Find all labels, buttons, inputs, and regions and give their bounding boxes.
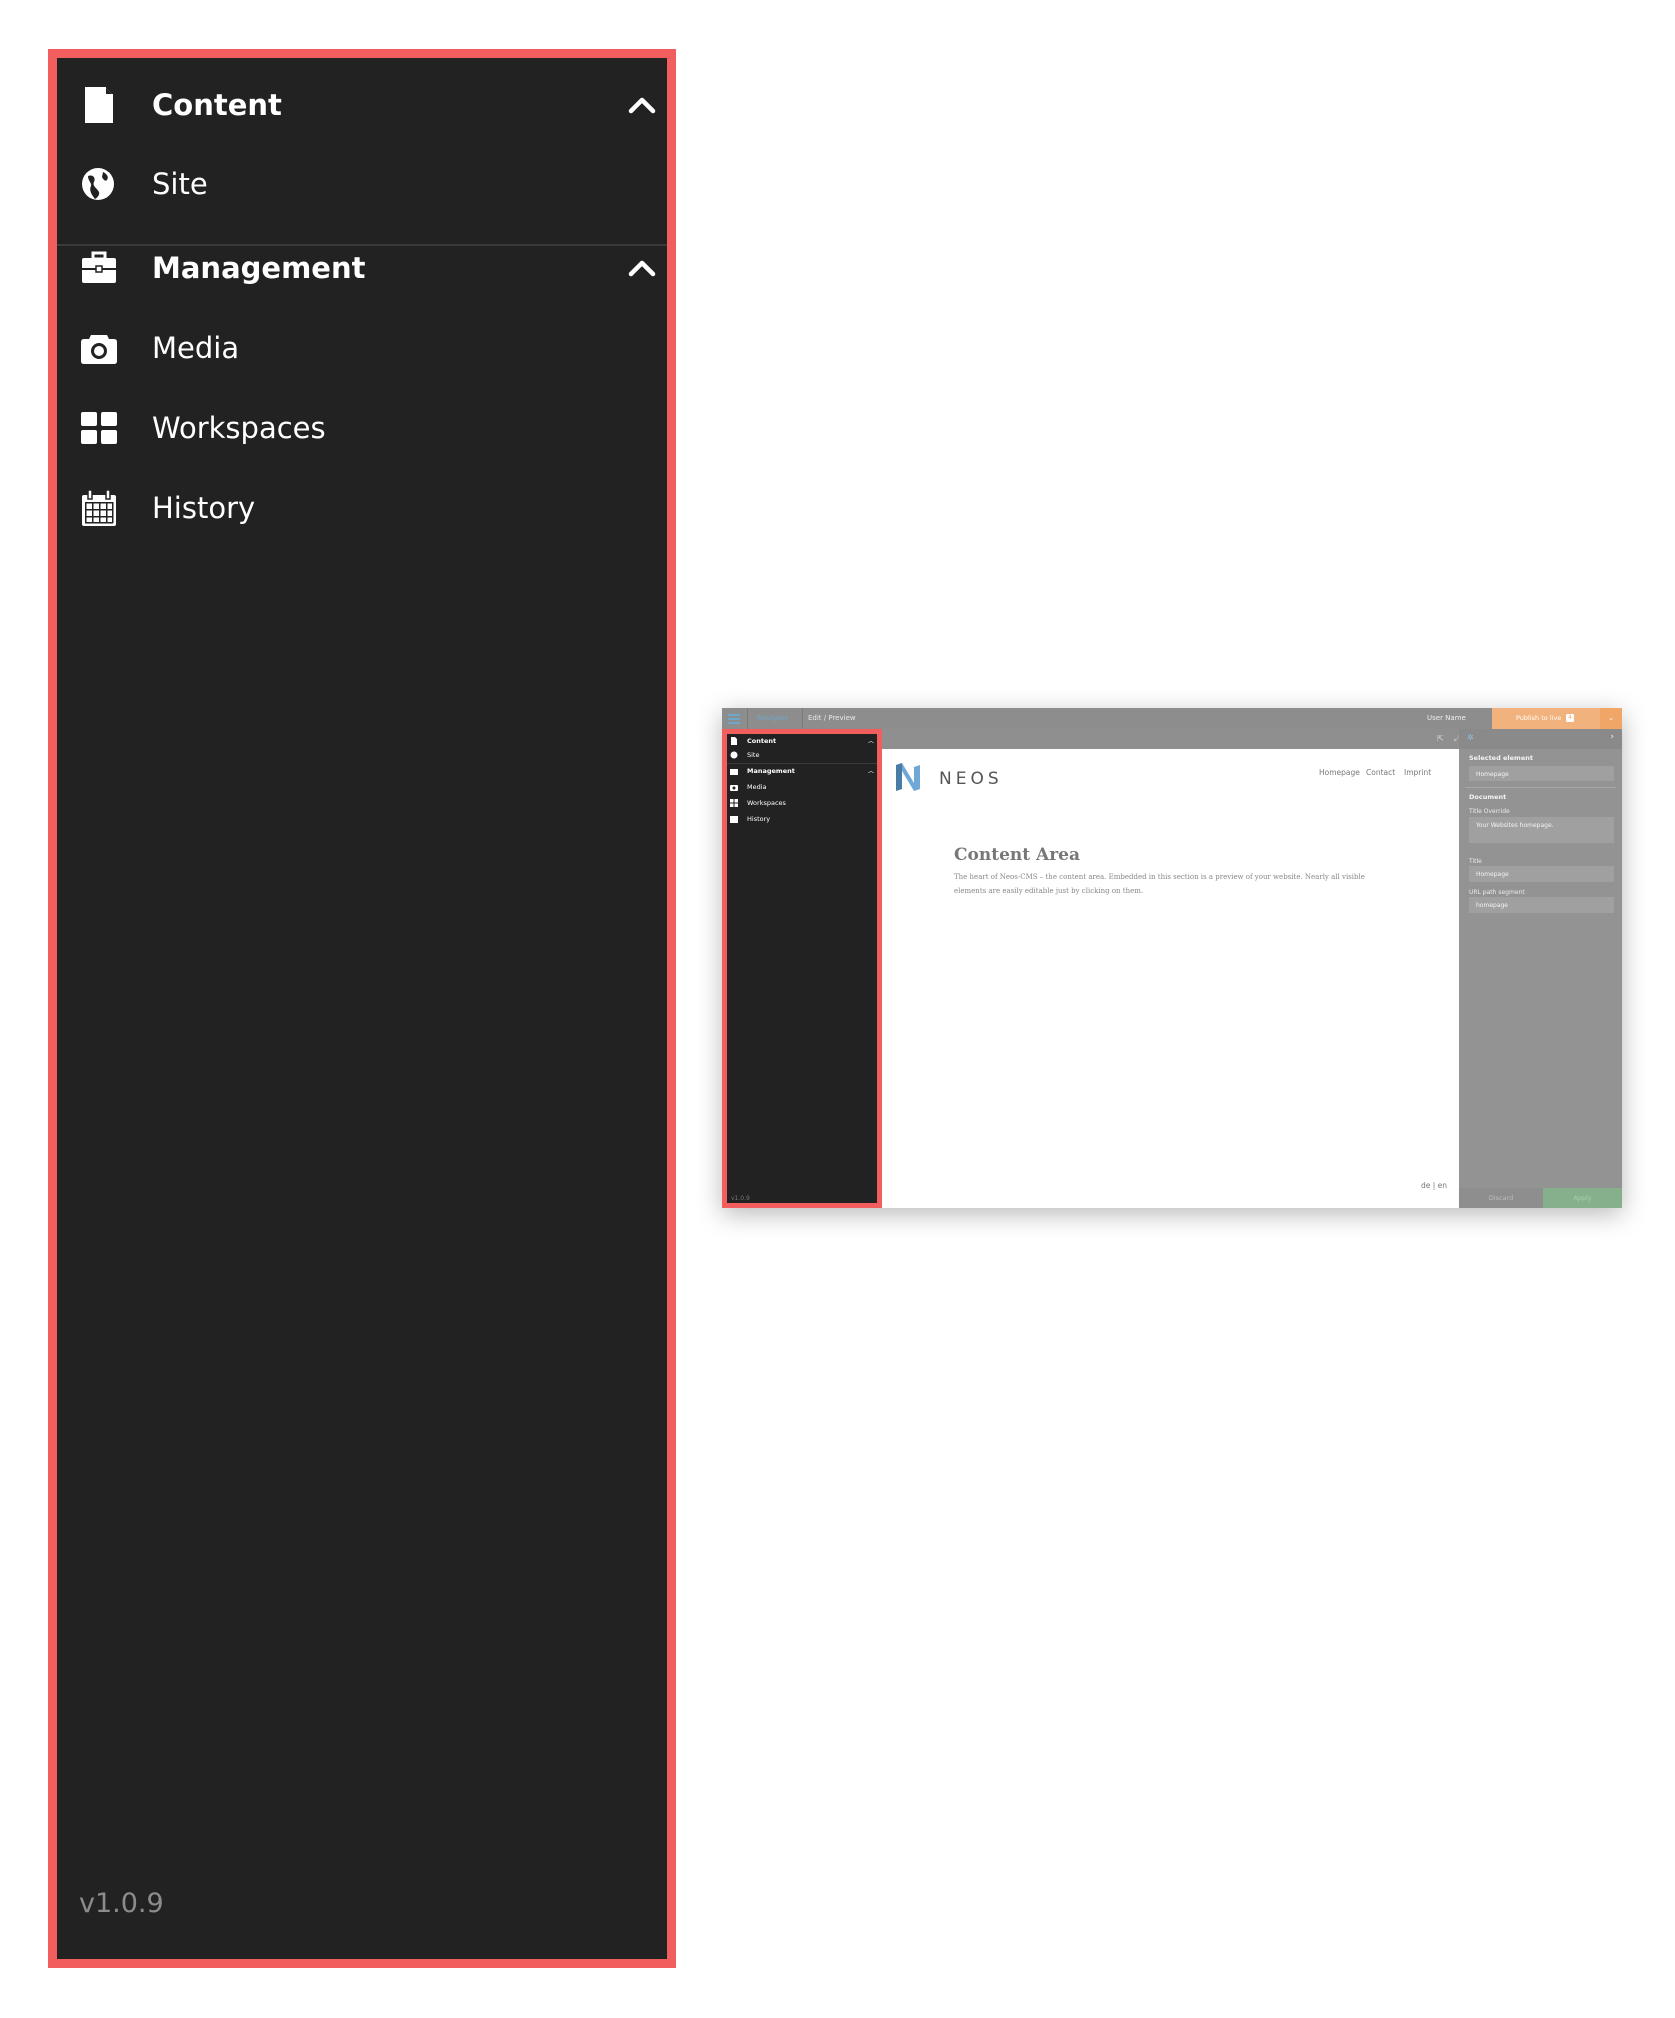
chevron-up-icon[interactable]: ︿ (868, 766, 874, 775)
user-menu[interactable]: User Name (1427, 713, 1466, 723)
menu-item-label: Media (152, 331, 240, 365)
menu-item-site[interactable]: Site (57, 160, 667, 208)
edit-preview-button[interactable]: Edit / Preview (808, 713, 856, 723)
neos-logo-text: NEOS (939, 769, 1003, 789)
chevron-up-icon[interactable] (627, 90, 657, 120)
external-link-icon[interactable]: ⇱ (1437, 734, 1444, 744)
site-nav-homepage[interactable]: Homepage (1319, 768, 1360, 778)
menu-item-history[interactable]: History (727, 812, 877, 826)
title-field[interactable]: Homepage (1469, 866, 1614, 882)
highlighted-menu-zoom: Content Site Management Media Workspaces… (48, 49, 676, 1968)
calendar-icon (79, 488, 119, 528)
content-area-text[interactable]: The heart of Neos-CMS – the content area… (954, 870, 1384, 898)
menu-item-label: History (152, 491, 256, 525)
briefcase-icon (79, 248, 119, 288)
title-override-label: Title Override (1469, 808, 1510, 815)
menu-section-label: Content (747, 737, 777, 745)
menu-item-history[interactable]: History (57, 484, 667, 532)
highlighted-menu-thumbnail: Content ︿ Site Management ︿ Media Worksp… (722, 729, 882, 1208)
th-large-icon (79, 408, 119, 448)
main-menu-panel: Content Site Management Media Workspaces… (57, 58, 667, 1959)
chevron-up-icon[interactable]: ︿ (868, 736, 874, 745)
document-section-heading[interactable]: Document (1469, 792, 1506, 802)
discard-label: Discard (1488, 1194, 1514, 1202)
globe-icon (730, 751, 738, 759)
apply-button[interactable]: Apply (1543, 1188, 1622, 1208)
menu-item-label: Workspaces (747, 799, 786, 807)
content-preview-area: NEOS Homepage Contact Imprint Content Ar… (882, 749, 1459, 1208)
inspector-toolbar: ✲ › (1459, 729, 1622, 749)
publish-label: Publish to live (1516, 714, 1562, 722)
menu-item-label: Site (152, 167, 208, 201)
menu-item-media[interactable]: Media (57, 324, 667, 372)
discard-button[interactable]: Discard (1459, 1188, 1543, 1208)
hamburger-menu-icon[interactable] (727, 712, 741, 725)
chevron-right-icon[interactable]: › (1610, 732, 1614, 742)
menu-item-workspaces[interactable]: Workspaces (727, 796, 877, 810)
menu-item-site[interactable]: Site (727, 748, 877, 762)
menu-section-label: Management (152, 251, 366, 285)
title-override-value: Your Websites homepage. (1476, 822, 1554, 829)
menu-item-label: Site (747, 751, 760, 759)
version-label: v1.0.9 (79, 1888, 164, 1919)
file-icon (79, 85, 119, 125)
menu-section-management[interactable]: Management (57, 244, 667, 292)
globe-icon (79, 164, 119, 204)
title-override-field[interactable]: Your Websites homepage. (1469, 817, 1614, 843)
th-large-icon (730, 799, 738, 807)
url-path-value: homepage (1476, 902, 1508, 909)
neos-logo-icon (896, 763, 920, 791)
neos-ui-overview: Navigate Edit / Preview User Name Publis… (722, 708, 1622, 1208)
content-area-title[interactable]: Content Area (954, 844, 1080, 866)
menu-item-media[interactable]: Media (727, 780, 877, 794)
menu-section-management[interactable]: Management ︿ (727, 764, 877, 778)
title-value: Homepage (1476, 871, 1509, 878)
topbar-divider (802, 708, 803, 729)
inspector-divider (1465, 787, 1616, 788)
url-path-label: URL path segment (1469, 889, 1525, 896)
camera-icon (730, 783, 738, 791)
menu-item-label: Workspaces (152, 411, 326, 445)
menu-section-label: Content (152, 88, 282, 122)
menu-section-content[interactable]: Content (57, 81, 667, 129)
selected-element-select[interactable]: Homepage (1469, 766, 1614, 781)
selected-element-value: Homepage (1476, 771, 1509, 778)
selected-element-heading: Selected element (1469, 754, 1533, 762)
menu-item-workspaces[interactable]: Workspaces (57, 404, 667, 452)
menu-section-label: Management (747, 767, 795, 775)
language-switch[interactable]: de | en (1421, 1181, 1447, 1190)
settings-icon[interactable]: ✲ (1467, 733, 1474, 742)
menu-item-label: Media (747, 783, 767, 791)
site-nav-contact[interactable]: Contact (1366, 768, 1395, 778)
menu-section-content[interactable]: Content ︿ (727, 734, 877, 748)
top-bar: Navigate Edit / Preview User Name Publis… (722, 708, 1622, 729)
apply-label: Apply (1573, 1194, 1592, 1202)
calendar-icon (730, 815, 738, 823)
menu-item-label: History (747, 815, 771, 823)
publish-count-badge: 4 (1566, 714, 1574, 722)
version-label: v1.0.9 (731, 1195, 750, 1202)
inspector-panel: ✲ › Selected element Homepage Document T… (1459, 729, 1622, 1208)
publish-dropdown-chevron-icon[interactable]: ⌄ (1600, 708, 1622, 729)
chevron-up-icon[interactable] (627, 253, 657, 283)
camera-icon (79, 328, 119, 368)
url-path-field[interactable]: homepage (1469, 897, 1614, 913)
navigate-button[interactable]: Navigate (757, 713, 788, 723)
publish-button[interactable]: Publish to live 4 (1492, 708, 1600, 729)
main-menu-panel-mini: Content ︿ Site Management ︿ Media Worksp… (727, 734, 877, 1203)
briefcase-icon (730, 767, 738, 775)
file-icon (730, 737, 738, 745)
site-nav-imprint[interactable]: Imprint (1404, 768, 1431, 778)
title-label: Title (1469, 858, 1482, 865)
topbar-divider (747, 708, 748, 729)
